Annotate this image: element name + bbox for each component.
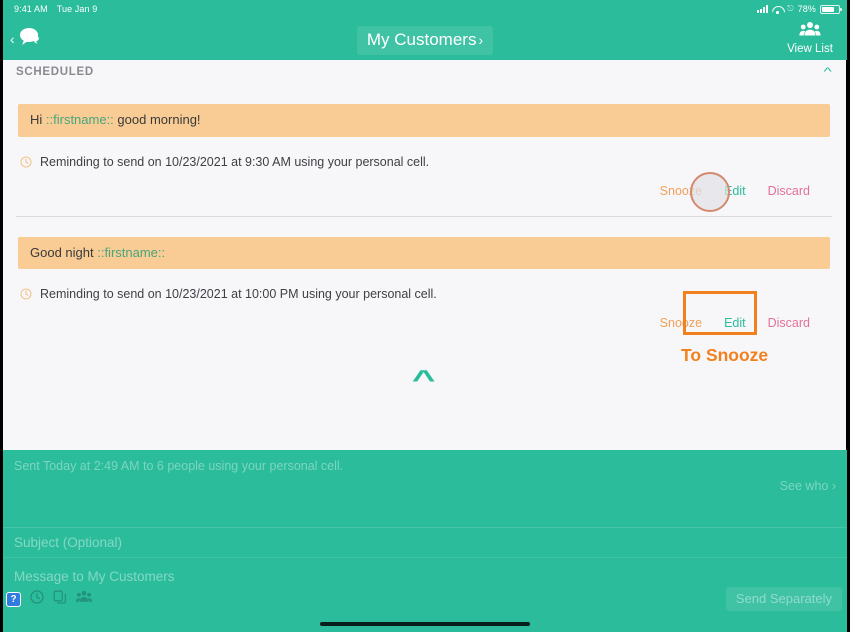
send-separately-button[interactable]: Send Separately	[725, 587, 842, 611]
toolbar-icons: ?	[6, 589, 92, 609]
message-prefix: Good night	[30, 244, 98, 260]
chevron-up-large-icon[interactable]: ^	[412, 366, 436, 392]
scheduled-message-bubble[interactable]: Hi ::firstname:: good morning!	[18, 104, 830, 137]
group-people-icon[interactable]	[76, 590, 92, 608]
app-root: 9:41 AM Tue Jan 9 ⎋ 78% ‹ My Customers ›…	[0, 0, 850, 632]
scheduled-header: SCHEDULED ^	[2, 60, 846, 84]
sent-status-text: Sent Today at 2:49 AM to 6 people using …	[14, 459, 344, 473]
message-merge-token: ::firstname::	[45, 112, 114, 127]
reminder-text: Reminding to send on 10/23/2021 at 9:30 …	[40, 154, 430, 169]
chevron-right-icon: ›	[478, 32, 484, 48]
status-bar: 9:41 AM Tue Jan 9 ⎋ 78%	[0, 0, 850, 18]
view-list-button[interactable]: View List	[778, 21, 842, 55]
compose-toolbar: ? Send Separately	[0, 586, 850, 612]
home-indicator[interactable]	[320, 622, 530, 626]
scheduled-message-bubble[interactable]: Good night ::firstname::	[18, 236, 830, 270]
scheduled-actions: Snooze Edit Discard	[2, 316, 810, 330]
discard-button[interactable]: Discard	[768, 316, 810, 330]
message-merge-token: ::firstname::	[97, 244, 166, 260]
scheduled-item: Hi ::firstname:: good morning! Reminding…	[2, 104, 846, 217]
group-people-icon	[799, 21, 821, 42]
cellular-signal-icon	[757, 5, 769, 13]
rotation-lock-icon: ⎋	[787, 4, 794, 13]
compose-area: Sent Today at 2:49 AM to 6 people using …	[0, 450, 850, 632]
status-bar-right: ⎋ 78%	[757, 4, 842, 14]
copy-template-icon[interactable]	[53, 590, 67, 609]
snooze-button[interactable]: Snooze	[660, 184, 702, 198]
message-placeholder: Message to My Customers	[14, 568, 175, 584]
subject-input[interactable]: Subject (Optional)	[0, 528, 850, 558]
edit-button[interactable]: Edit	[724, 316, 746, 330]
discard-button[interactable]: Discard	[768, 184, 810, 198]
reminder-row: Reminding to send on 10/23/2021 at 10:00…	[20, 287, 830, 303]
scheduled-panel: SCHEDULED ^ Hi ::firstname:: good mornin…	[0, 60, 848, 450]
page-title: My Customers	[366, 30, 477, 49]
status-bar-left: 9:41 AM Tue Jan 9	[14, 4, 97, 14]
wifi-icon	[772, 5, 783, 14]
message-suffix: good morning!	[113, 112, 201, 127]
status-time: 9:41 AM	[14, 4, 48, 14]
sent-status-row: Sent Today at 2:49 AM to 6 people using …	[0, 450, 850, 528]
panel-collapse-row: ^	[2, 366, 846, 392]
nav-title-wrap: My Customers ›	[0, 18, 850, 63]
clock-icon	[20, 156, 32, 171]
reminder-text: Reminding to send on 10/23/2021 at 10:00…	[40, 287, 437, 302]
edit-button[interactable]: Edit	[724, 184, 746, 198]
scheduled-actions: Snooze Edit Discard	[2, 184, 810, 198]
screen-edge-left	[0, 0, 3, 632]
subject-placeholder: Subject (Optional)	[14, 535, 123, 550]
status-date: Tue Jan 9	[56, 4, 98, 14]
view-list-label: View List	[787, 43, 833, 55]
snooze-button[interactable]: Snooze	[660, 316, 702, 330]
battery-percent: 78%	[797, 4, 816, 14]
help-button[interactable]: ?	[6, 591, 21, 607]
chevron-up-icon[interactable]: ^	[823, 66, 831, 78]
see-who-link[interactable]: See who ›	[780, 479, 836, 493]
clock-icon	[20, 288, 32, 303]
nav-bar: ‹ My Customers › View List	[0, 18, 850, 63]
scheduled-section-title: SCHEDULED	[16, 66, 94, 78]
page-title-button[interactable]: My Customers ›	[356, 26, 494, 55]
battery-icon	[820, 4, 842, 14]
scheduled-item: Good night ::firstname:: Reminding to se…	[2, 236, 846, 330]
reminder-row: Reminding to send on 10/23/2021 at 9:30 …	[20, 155, 830, 171]
clock-schedule-icon[interactable]	[30, 589, 44, 609]
item-divider	[16, 215, 832, 217]
message-prefix: Hi	[30, 112, 46, 127]
